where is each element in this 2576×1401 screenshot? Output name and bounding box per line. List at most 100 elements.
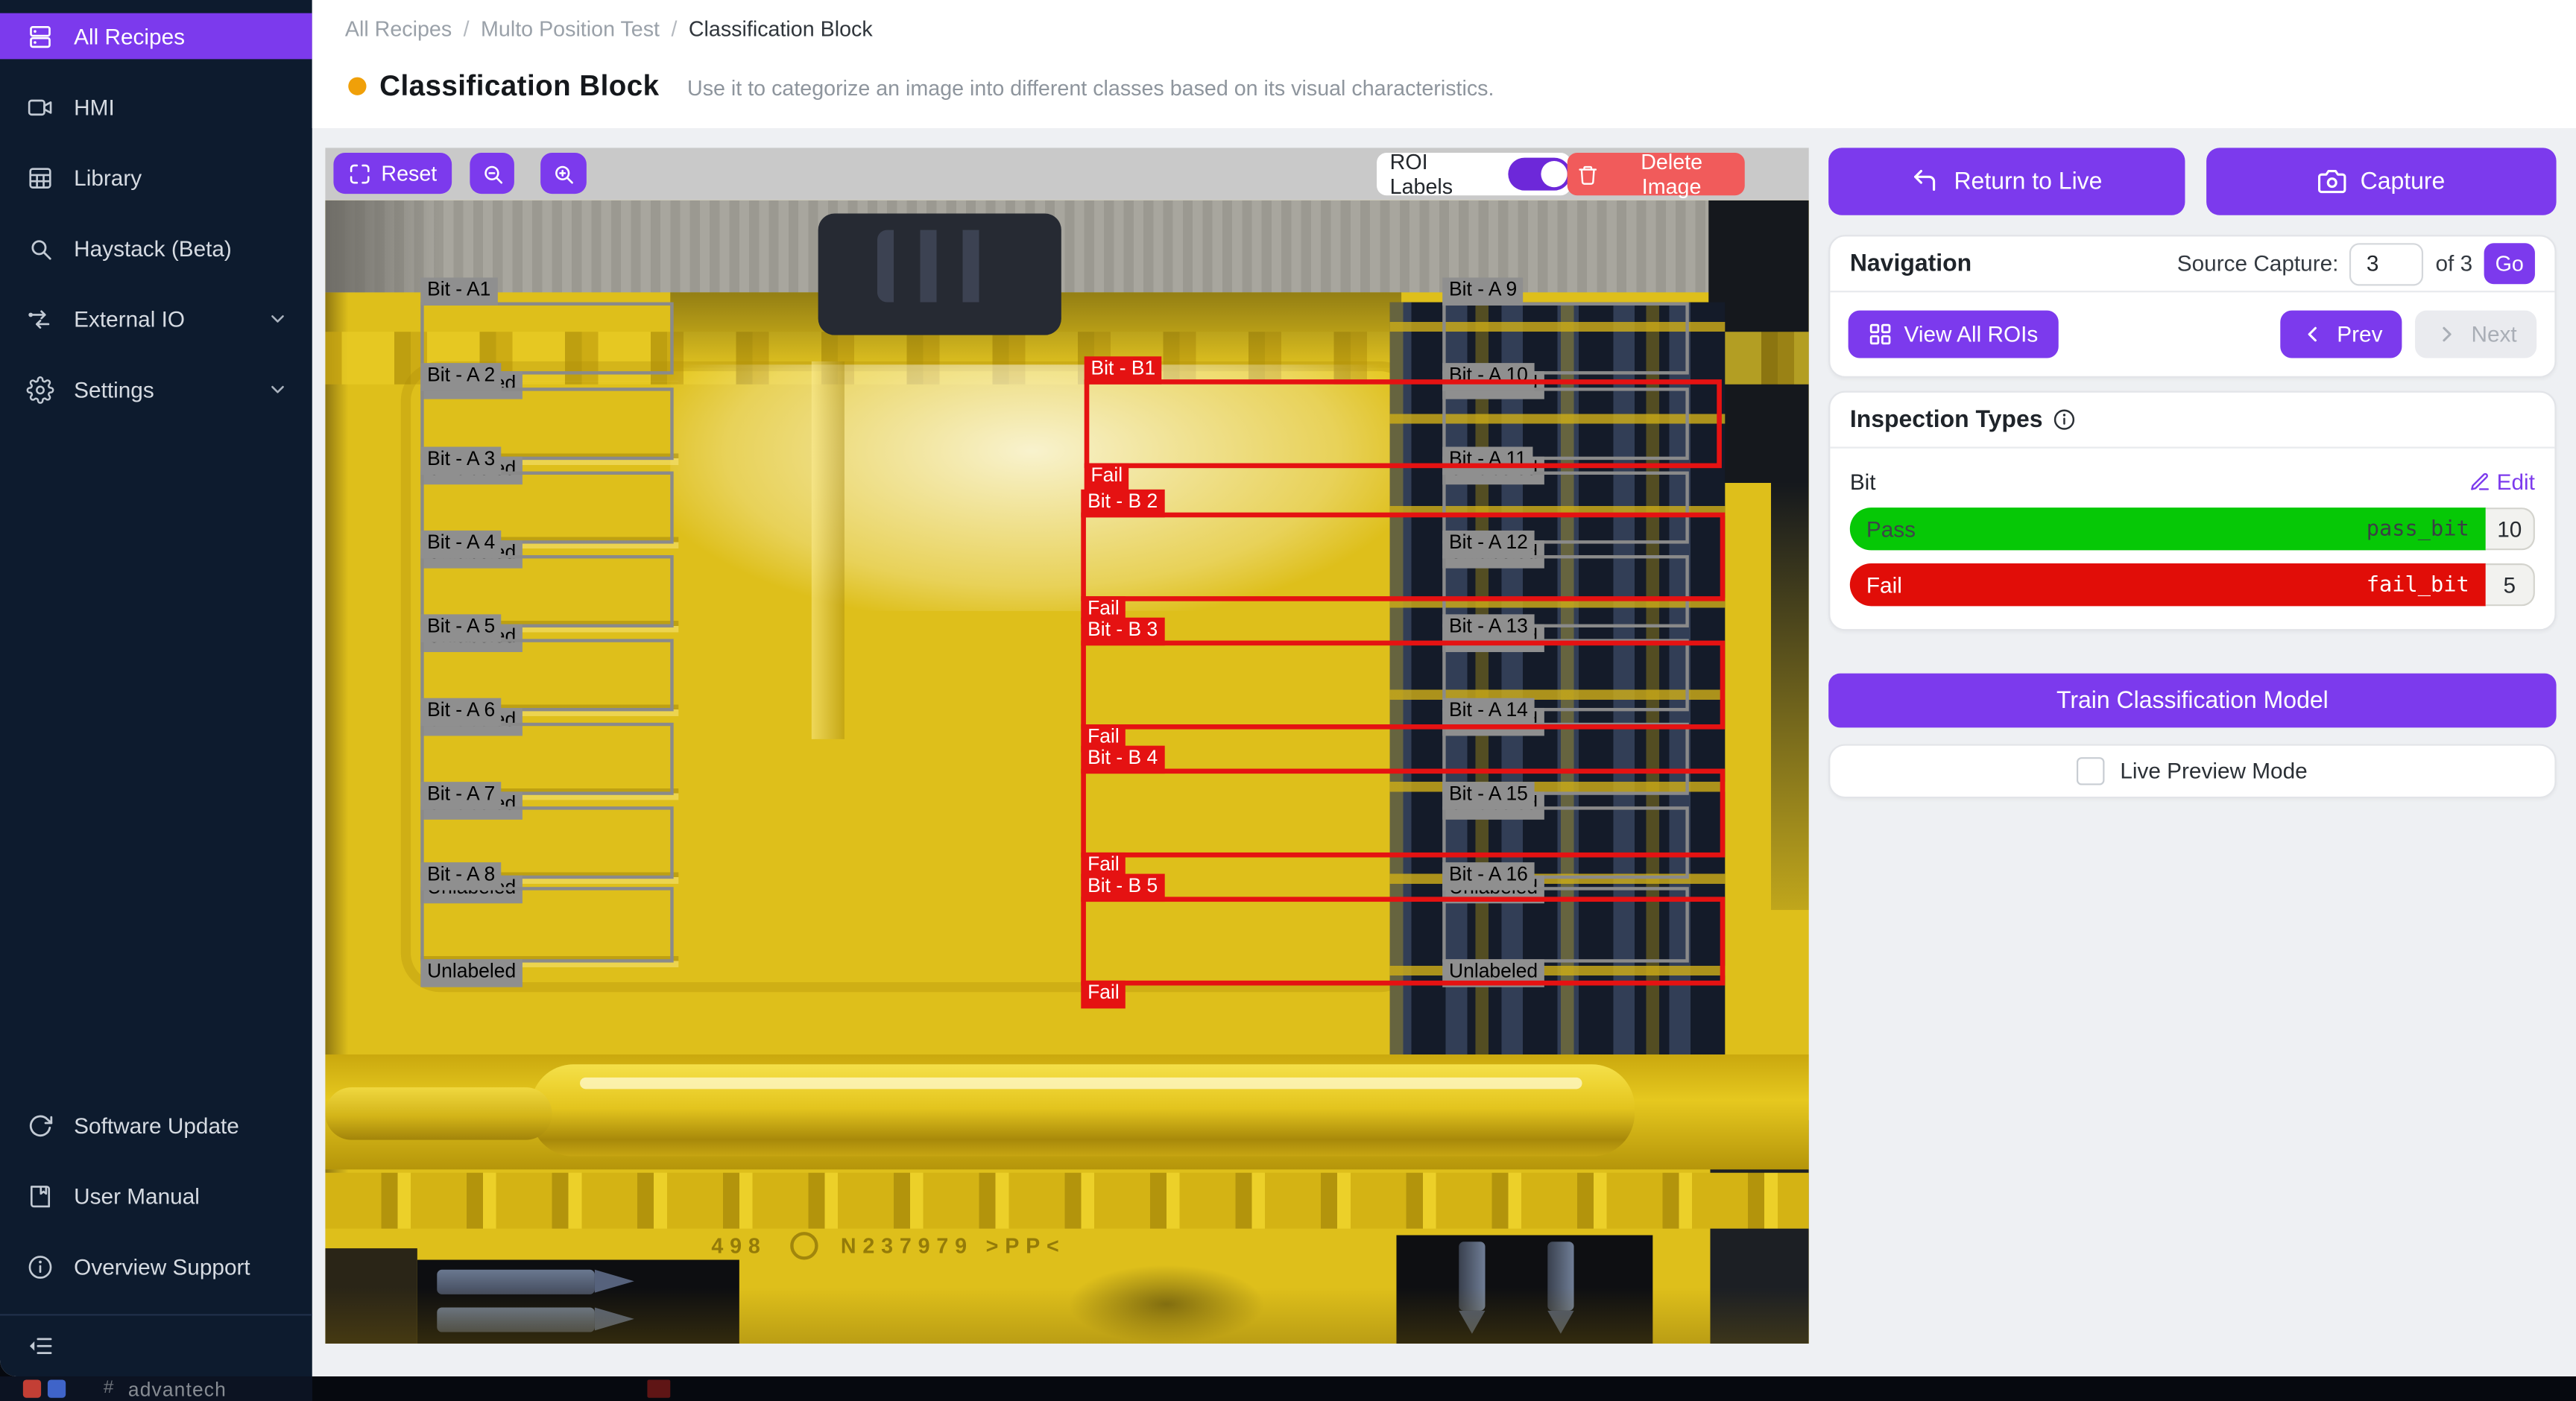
- capture-label: Capture: [2361, 168, 2446, 195]
- embossed-text: 498 N237979 >PP<: [711, 1232, 1500, 1259]
- class-header-row: Bit Edit: [1850, 469, 2535, 494]
- sidebar-item-user-manual[interactable]: User Manual: [0, 1173, 312, 1219]
- sidebar: All Recipes HMI Library Haystack (Beta) Exte…: [0, 0, 312, 1376]
- sidebar-item-label: External IO: [74, 306, 185, 331]
- sidebar-item-haystack-beta[interactable]: Haystack (Beta): [0, 225, 312, 271]
- block-status-dot: [348, 78, 366, 95]
- zoom-out-icon: [481, 162, 504, 185]
- chevron-left-icon: [2301, 322, 2326, 347]
- sidebar-item-external-io[interactable]: External IO: [0, 296, 312, 342]
- sidebar-footer-nav: Software Update User Manual Overview Suppo…: [0, 1102, 312, 1289]
- book-icon: [26, 1182, 54, 1209]
- edit-classes-link[interactable]: Edit: [2469, 469, 2535, 494]
- next-label: Next: [2471, 322, 2516, 347]
- roi-class-tag: Fail: [1085, 464, 1129, 491]
- source-capture-label: Source Capture:: [2177, 251, 2339, 276]
- roi-label: Bit - A 2: [420, 364, 502, 391]
- content: Reset ROI Labels: [312, 128, 2576, 1376]
- sidebar-item-hmi[interactable]: HMI: [0, 83, 312, 130]
- roi-navigation-row: View All ROIs Prev Next: [1830, 292, 2554, 376]
- prev-label: Prev: [2337, 322, 2382, 347]
- embossed-text-left: 498: [711, 1233, 766, 1258]
- recipes-icon: [26, 22, 54, 50]
- chevron-down-icon: [266, 378, 289, 401]
- breadcrumb-item-classification-block: Classification Block: [689, 16, 873, 41]
- roi-labels-control: ROI Labels: [1377, 153, 1570, 195]
- toggle-knob: [1541, 161, 1567, 187]
- roi-class-tag: Unlabeled: [420, 959, 523, 987]
- inspection-photo: 498 N237979 >PP<: [325, 200, 1808, 1344]
- class-count: 10: [2486, 507, 2535, 550]
- roi-label: Bit - A1: [420, 278, 497, 306]
- delete-image-button[interactable]: Delete Image: [1568, 153, 1745, 195]
- roi-bit-a-8[interactable]: Bit - A 8Unlabeled: [420, 887, 673, 962]
- gear-icon: [26, 376, 54, 403]
- sidebar-item-label: Settings: [74, 377, 154, 402]
- roi-label: Bit - B 4: [1081, 746, 1164, 774]
- viewer-toolbar: Reset ROI Labels: [325, 148, 1808, 200]
- roi-bit-b-4[interactable]: Bit - B 4Fail: [1081, 769, 1725, 858]
- prev-next-group: Prev Next: [2281, 311, 2536, 358]
- roi-bit-b-2[interactable]: Bit - B 2Fail: [1081, 513, 1725, 601]
- inspection-types-title: Inspection Types: [1850, 407, 2043, 433]
- sidebar-item-library[interactable]: Library: [0, 154, 312, 200]
- source-capture-total: of 3: [2436, 251, 2473, 276]
- roi-bit-b1[interactable]: Bit - B1Fail: [1085, 379, 1722, 468]
- page-title: Classification Block: [379, 69, 659, 104]
- screen: All Recipes HMI Library Haystack (Beta) Exte…: [0, 0, 2576, 1401]
- live-preview-card: Live Preview Mode: [1828, 744, 2556, 798]
- next-button[interactable]: Next: [2416, 311, 2537, 358]
- source-capture-input[interactable]: [2350, 242, 2424, 285]
- roi-label: Bit - B 5: [1081, 874, 1164, 902]
- live-preview-checkbox[interactable]: [2077, 757, 2105, 785]
- page-description: Use it to categorize an image into diffe…: [687, 75, 1494, 100]
- chevron-right-icon: [2435, 322, 2460, 347]
- hinge-cylinder: [531, 1064, 1635, 1156]
- roi-label: Bit - B 2: [1081, 490, 1164, 517]
- roi-label: Bit - A 6: [420, 698, 502, 726]
- sidebar-collapse-button[interactable]: [0, 1315, 312, 1376]
- collapse-sidebar-icon: [26, 1332, 54, 1360]
- pencil-icon: [2469, 472, 2490, 493]
- return-to-live-button[interactable]: Return to Live: [1828, 148, 2185, 215]
- zoom-out-button[interactable]: [470, 153, 514, 194]
- zoom-in-button[interactable]: [540, 153, 587, 194]
- app-window: All Recipes HMI Library Haystack (Beta) Exte…: [0, 0, 2576, 1376]
- roi-label: Bit - B1: [1085, 357, 1162, 385]
- roi-bit-b-3[interactable]: Bit - B 3Fail: [1081, 641, 1725, 730]
- class-bar-fail[interactable]: Failfail_bit5: [1850, 563, 2535, 606]
- roi-label: Bit - A 16: [1442, 863, 1534, 891]
- roi-bit-b-5[interactable]: Bit - B 5Fail: [1081, 896, 1725, 985]
- sidebar-item-label: Overview Support: [74, 1254, 250, 1279]
- roi-label: Bit - A 5: [420, 615, 502, 642]
- view-all-rois-label: View All ROIs: [1904, 322, 2039, 347]
- source-capture-group: Source Capture: of 3 Go: [2177, 242, 2535, 285]
- reset-view-button[interactable]: Reset: [333, 153, 452, 194]
- class-label: Fail: [1866, 572, 1902, 597]
- navigation-title: Navigation: [1850, 250, 1972, 276]
- page-header: All Recipes/Multo Position Test/Classifi…: [312, 0, 2576, 128]
- breadcrumb-item-all-recipes[interactable]: All Recipes: [345, 16, 452, 41]
- hmi-icon: [26, 93, 54, 121]
- sidebar-item-settings[interactable]: Settings: [0, 367, 312, 413]
- reset-view-label: Reset: [381, 161, 437, 186]
- go-button[interactable]: Go: [2484, 243, 2535, 284]
- zoom-in-icon: [552, 162, 575, 185]
- breadcrumb-item-multo-position-test[interactable]: Multo Position Test: [481, 16, 660, 41]
- sidebar-item-all-recipes[interactable]: All Recipes: [0, 13, 312, 60]
- sidebar-item-overview-support[interactable]: Overview Support: [0, 1244, 312, 1290]
- background-red-block: [647, 1379, 670, 1397]
- breadcrumb-separator: /: [671, 16, 677, 41]
- refresh-icon: [26, 1111, 54, 1139]
- prev-button[interactable]: Prev: [2281, 311, 2402, 358]
- camera-icon: [2317, 168, 2345, 195]
- roi-labels-toggle[interactable]: [1508, 158, 1570, 191]
- sidebar-item-software-update[interactable]: Software Update: [0, 1102, 312, 1148]
- capture-controls: Return to Live Capture: [1828, 148, 2556, 215]
- train-model-button[interactable]: Train Classification Model: [1828, 674, 2556, 728]
- right-panel: Return to Live Capture Navigation Source…: [1828, 148, 2556, 798]
- case-groove: [812, 361, 845, 739]
- capture-button[interactable]: Capture: [2206, 148, 2556, 215]
- view-all-rois-button[interactable]: View All ROIs: [1849, 311, 2058, 358]
- class-bar-pass[interactable]: Passpass_bit10: [1850, 507, 2535, 550]
